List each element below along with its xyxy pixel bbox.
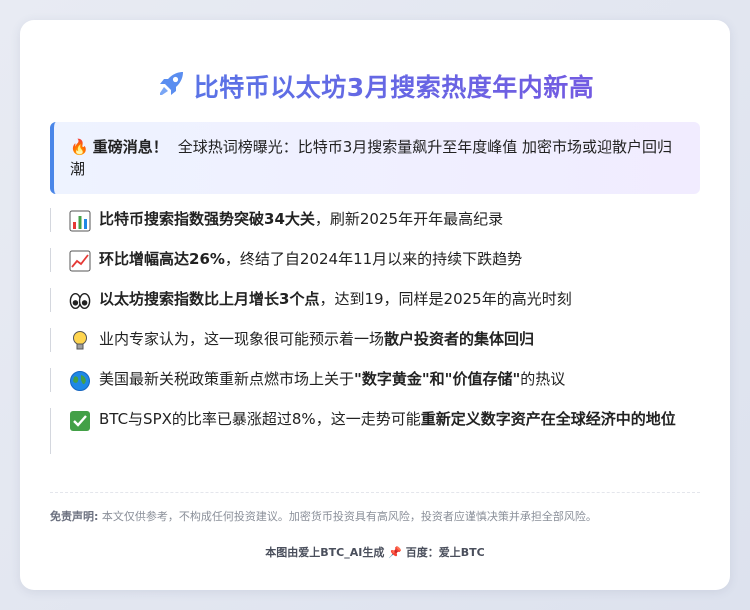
item-text: ，终结了自2024年11月以来的持续下跌趋势 [224, 250, 523, 268]
list-item: 比特币搜索指数强势突破34大关，刷新2025年开年最高纪录 [50, 208, 700, 232]
pushpin-icon: 📌 [388, 546, 402, 559]
content-card: 比特币以太坊3月搜索热度年内新高 🔥 重磅消息！ 全球热词榜曝光：比特币3月搜索量飙… [20, 20, 730, 590]
item-text: 美国最新关税政策重新点燃市场上关于 [99, 370, 355, 388]
page-title: 比特币以太坊3月搜索热度年内新高 [20, 68, 730, 105]
item-bold-text: 重新定义数字资产在全球经济中的地位 [420, 410, 676, 428]
bullet-list: 比特币搜索指数强势突破34大关，刷新2025年开年最高纪录 环比增幅高达26%，… [50, 208, 700, 454]
item-text: ，达到19，同样是2025年的高光时刻 [319, 290, 572, 308]
item-text: 的热议 [520, 370, 566, 388]
eyes-icon [69, 290, 91, 312]
item-bold-text: 比特币搜索指数强势突破34大关 [99, 210, 315, 228]
list-item: 以太坊搜索指数比上月增长3个点，达到19，同样是2025年的高光时刻 [50, 288, 700, 312]
callout-lead: 重磅消息！ [92, 138, 168, 156]
globe-icon [69, 370, 91, 392]
list-item: BTC与SPX的比率已暴涨超过8%，这一走势可能重新定义数字资产在全球经济中的地… [50, 408, 700, 454]
item-text: ，刷新2025年开年最高纪录 [314, 210, 504, 228]
list-item: 业内专家认为，这一现象很可能预示着一场散户投资者的集体回归 [50, 328, 700, 352]
item-bold-text: 散户投资者的集体回归 [384, 330, 535, 348]
item-bold-text: 环比增幅高达26% [99, 250, 225, 268]
disclaimer: 免责声明: 本文仅供参考，不构成任何投资建议。加密货币投资具有高风险，投资者应谨… [50, 508, 700, 524]
divider [50, 492, 700, 493]
disclaimer-label: 免责声明: [50, 510, 99, 523]
page-title-text: 比特币以太坊3月搜索热度年内新高 [193, 73, 595, 102]
footer: 本图由爱上BTC_AI生成 📌 百度：爱上BTC [20, 544, 730, 560]
rocket-icon [156, 69, 186, 105]
chart-increasing-icon [69, 250, 91, 272]
list-item: 环比增幅高达26%，终结了自2024年11月以来的持续下跌趋势 [50, 248, 700, 272]
footer-credit: 本图由爱上BTC_AI生成 [265, 546, 385, 559]
news-callout: 🔥 重磅消息！ 全球热词榜曝光：比特币3月搜索量飙升至年度峰值 加密市场或迎散户回归… [50, 122, 700, 194]
check-mark-icon [69, 410, 91, 432]
item-bold-text: "数字黄金"和"价值存储" [354, 370, 521, 388]
item-bold-text: 以太坊搜索指数比上月增长3个点 [99, 290, 320, 308]
item-text: 业内专家认为，这一现象很可能预示着一场 [99, 330, 385, 348]
light-bulb-icon [69, 330, 91, 352]
fire-icon: 🔥 [70, 138, 89, 156]
bar-chart-icon [69, 210, 91, 232]
item-text: BTC与SPX的比率已暴涨超过8%，这一走势可能 [99, 410, 421, 428]
footer-source: 百度：爱上BTC [405, 546, 485, 559]
list-item: 美国最新关税政策重新点燃市场上关于"数字黄金"和"价值存储"的热议 [50, 368, 700, 392]
disclaimer-text: 本文仅供参考，不构成任何投资建议。加密货币投资具有高风险，投资者应谨慎决策并承担… [101, 510, 597, 523]
